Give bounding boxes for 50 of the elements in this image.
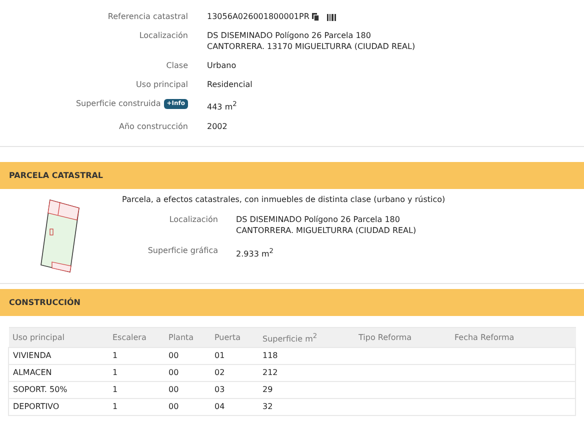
column-header: Puerta: [210, 327, 258, 348]
column-header: Fecha Reforma: [450, 327, 576, 348]
field-value: 443 m$^{2}$: [207, 99, 238, 113]
table-cell: 00: [164, 382, 210, 399]
field-label: Superficie gráfica: [146, 246, 218, 257]
column-header: Tipo Reforma: [354, 327, 450, 348]
field-value: 2002: [207, 122, 228, 132]
field-value: Urbano: [207, 61, 238, 71]
field-value: CANTORRERA. 13170 MIGUELTURRA (CIUDAD REAL): [207, 42, 416, 52]
section-header: PARCELA CATASTRAL: [0, 162, 584, 189]
table-cell: 32: [258, 398, 354, 416]
table-cell: 00: [164, 398, 210, 416]
table-cell: 1: [108, 382, 164, 399]
field-label: Uso principal: [136, 80, 188, 90]
table-cell: 212: [258, 364, 354, 382]
field-value: 2.933 m$^{2}$: [236, 246, 274, 260]
field-value: Residencial: [207, 80, 254, 90]
reference-number: 13056A026001800001PR: [207, 12, 310, 22]
barcode-icon[interactable]: [327, 14, 336, 20]
table-cell: 02: [210, 364, 258, 382]
table-cell: 03: [210, 382, 258, 399]
field-value: DS DISEMINADO Polígono 26 Parcela 180: [236, 214, 401, 225]
table-cell: ALMACEN: [8, 364, 108, 382]
parcel-description: Parcela, a efectos catastrales, con inmuebles de distinta clase (urbano y rústico): [122, 194, 446, 205]
table-cell: 1: [108, 348, 164, 365]
table-cell: VIVIENDA: [8, 348, 108, 365]
field-value: CANTORRERA. MIGUELTURRA (CIUDAD REAL): [236, 226, 418, 236]
table-cell: DEPORTIVO: [8, 398, 108, 416]
table-cell: SOPORT. 50%: [8, 382, 108, 399]
table-cell: 29: [258, 382, 354, 399]
field-label: Referencia catastral: [108, 12, 188, 22]
table-cell: 00: [164, 364, 210, 382]
field-label: Localización: [168, 214, 218, 226]
table-cell: 118: [258, 348, 354, 365]
table-cell: 1: [108, 364, 164, 382]
column-header: Superficie m$^{2}$: [258, 327, 354, 348]
column-header: Uso principal: [8, 327, 108, 348]
copy-icon[interactable]: [312, 13, 320, 21]
table-cell: 01: [210, 348, 258, 365]
field-label: Clase: [166, 61, 188, 71]
field-value: DS DISEMINADO Polígono 26 Parcela 180: [207, 31, 372, 41]
table-cell: 04: [210, 398, 258, 416]
field-label: Año construcción: [119, 122, 188, 132]
field-label: Superficie construida: [76, 99, 161, 109]
table-cell: 00: [164, 348, 210, 365]
field-label: Localización: [139, 31, 188, 41]
column-header: Escalera: [108, 327, 164, 348]
table-cell: 1: [108, 398, 164, 416]
section-header: CONSTRUCCIÓN: [0, 288, 584, 316]
column-header: Planta: [164, 327, 210, 348]
